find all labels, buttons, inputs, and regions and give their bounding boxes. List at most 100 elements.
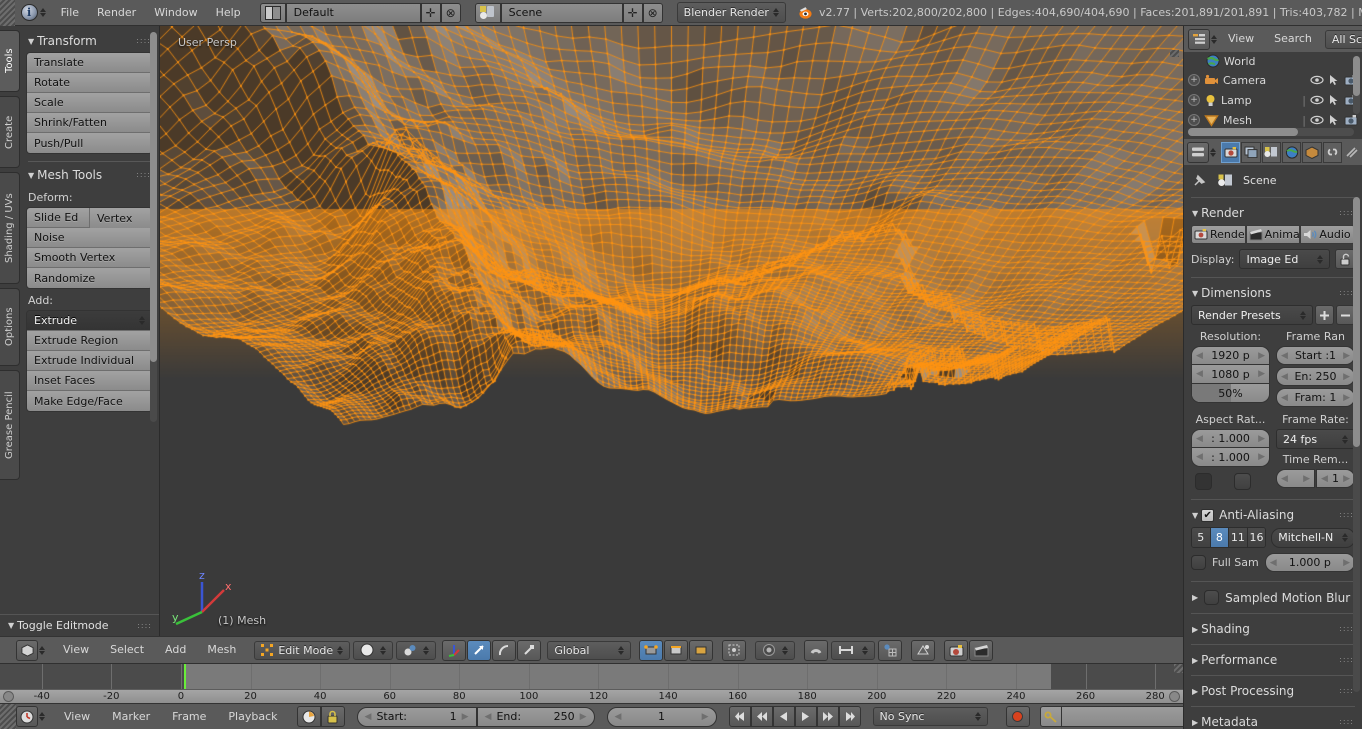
extrude-region-button[interactable]: Extrude Region (27, 331, 152, 351)
scene-name[interactable]: Scene (500, 2, 623, 23)
panel-header-mesh-tools[interactable]: ▼ Mesh Tools :::: (26, 164, 153, 186)
tab-tools[interactable]: Tools (0, 30, 20, 92)
editor-type-selector-outliner[interactable] (1188, 28, 1217, 50)
render-animation-button[interactable]: Anima (1245, 225, 1301, 244)
vertex-select-icon[interactable] (639, 639, 664, 661)
camera-render-icon[interactable] (1344, 114, 1358, 126)
render-tab-icon[interactable] (1221, 141, 1241, 163)
menu-file[interactable]: File (52, 0, 88, 26)
properties-scrollbar[interactable] (1353, 197, 1360, 692)
sync-mode-selector[interactable]: No Sync (872, 707, 988, 726)
eye-icon[interactable] (1310, 95, 1324, 105)
shrink-fatten-button[interactable]: Shrink/Fatten (27, 113, 152, 133)
screen-layout-icon[interactable] (259, 2, 286, 23)
push-pull-button[interactable]: Push/Pull (27, 133, 152, 153)
menu-help[interactable]: Help (207, 0, 250, 26)
play-icon[interactable] (794, 706, 817, 727)
outliner-row-world[interactable]: World (1184, 52, 1362, 70)
render-presets-selector[interactable]: Render Presets (1191, 305, 1313, 325)
unlock-icon[interactable] (1335, 249, 1355, 269)
outliner-row-lamp[interactable]: + Lamp | (1184, 90, 1362, 110)
menu-window[interactable]: Window (145, 0, 206, 26)
crop-render-toggle[interactable] (1234, 473, 1251, 490)
viewport-menu-mesh[interactable]: Mesh (198, 637, 245, 663)
scale-manipulator-icon[interactable] (517, 639, 542, 661)
timeline-menu-playback[interactable]: Playback (219, 704, 286, 729)
render-layers-tab-icon[interactable] (1241, 141, 1261, 163)
cursor-arrow-icon[interactable] (1328, 94, 1340, 106)
editor-type-selector-properties[interactable] (1187, 141, 1216, 163)
proportional-edit-selector[interactable] (755, 640, 796, 660)
pivot-point-selector[interactable] (396, 640, 437, 660)
screen-layout-selector[interactable]: Default ✛ ⊗ (259, 2, 461, 23)
increment-arrow-icon[interactable]: ▶ (580, 712, 587, 722)
decrement-arrow-icon[interactable]: ◀ (485, 712, 492, 722)
translate-manipulator-icon[interactable] (467, 639, 492, 661)
panel-header-render[interactable]: ▼ Render :::: (1191, 201, 1355, 225)
timeline-scroll-handle-left[interactable] (3, 691, 14, 702)
editor-type-selector-info[interactable]: i (20, 4, 46, 21)
resolution-y-field[interactable]: ◀ 1080 p ▶ (1191, 365, 1270, 384)
aspect-x-field[interactable]: ◀: 1.000 ▶ (1191, 429, 1270, 448)
resolution-percentage-slider[interactable]: 50% (1191, 384, 1270, 403)
aa-sample-8[interactable]: 8 (1210, 528, 1230, 547)
timeline-scroll-handle-right[interactable] (1169, 691, 1180, 702)
border-render-toggle[interactable] (1195, 473, 1212, 490)
noise-button[interactable]: Noise (27, 228, 152, 248)
window-corner-grip[interactable] (0, 704, 16, 729)
play-reverse-icon[interactable] (772, 706, 795, 727)
outliner-display-mode[interactable]: All Sc (1324, 29, 1362, 49)
translate-button[interactable]: Translate (27, 53, 152, 73)
outliner-vertical-scrollbar[interactable] (1353, 56, 1360, 114)
transform-orientation-selector[interactable]: Global (547, 640, 632, 660)
frame-rate-selector[interactable]: 24 fps (1276, 429, 1355, 449)
increment-arrow-icon[interactable]: ▶ (702, 712, 709, 722)
increment-arrow-icon[interactable]: ▶ (462, 712, 469, 722)
aa-sample-5[interactable]: 5 (1192, 528, 1211, 547)
full-sample-toggle[interactable] (1191, 555, 1206, 570)
prev-keyframe-icon[interactable] (750, 706, 773, 727)
aa-filter-size-field[interactable]: ◀ 1.000 p ▶ (1264, 553, 1355, 572)
keying-set-icon[interactable] (1039, 706, 1062, 727)
add-layout-button[interactable]: ✛ (420, 2, 441, 23)
screen-layout-name[interactable]: Default (285, 2, 421, 23)
viewport-region-grip[interactable] (1170, 50, 1179, 57)
aa-sample-11[interactable]: 11 (1229, 528, 1248, 547)
outliner-horizontal-scrollbar[interactable] (1188, 128, 1354, 136)
cursor-arrow-icon[interactable] (1328, 114, 1340, 126)
lock-icon[interactable] (320, 706, 345, 727)
add-preset-button[interactable] (1315, 305, 1334, 325)
timeline-strip[interactable]: -40 -20 0 20 40 60 80 100 120 140 160 180 200 220 240 2… (0, 664, 1183, 703)
frame-step-field[interactable]: ◀ Fram: 1 ▶ (1276, 388, 1355, 407)
current-frame-field[interactable]: ◀ 1 ▶ (606, 706, 717, 727)
make-edge-face-button[interactable]: Make Edge/Face (27, 391, 152, 411)
timeline-menu-frame[interactable]: Frame (163, 704, 215, 729)
interaction-mode-selector[interactable]: Edit Mode (254, 640, 351, 660)
delete-scene-button[interactable]: ⊗ (642, 2, 663, 23)
scene-data-icon[interactable] (474, 2, 501, 23)
aspect-y-field[interactable]: ◀: 1.000 ▶ (1191, 448, 1270, 467)
editor-type-properties-icon[interactable] (1187, 141, 1209, 163)
time-remap-new-field[interactable]: ◀ 1 ▶ (1316, 469, 1355, 488)
aa-filter-selector[interactable]: Mitchell-N (1271, 527, 1355, 548)
scene-selector[interactable]: Scene ✛ ⊗ (474, 2, 663, 23)
jump-end-icon[interactable] (838, 706, 861, 727)
panel-header-antialiasing[interactable]: ▼ ✔ Anti-Aliasing :::: (1191, 503, 1355, 527)
snap-element-selector[interactable] (831, 640, 876, 660)
occlude-geometry-icon[interactable] (722, 639, 747, 661)
panel-header-post-processing[interactable]: ▶ Post Processing :::: (1191, 679, 1355, 703)
render-animation-icon[interactable] (969, 639, 994, 661)
timeline-playhead[interactable] (184, 664, 187, 689)
render-image-icon[interactable] (944, 639, 969, 661)
frame-start-field[interactable]: ◀ Start :1 ▶ (1276, 346, 1355, 365)
timeline-menu-view[interactable]: View (55, 704, 99, 729)
panel-header-metadata[interactable]: ▶ Metadata :::: (1191, 710, 1355, 729)
tab-shading-uvs[interactable]: Shading / UVs (0, 172, 20, 284)
face-select-icon[interactable] (689, 639, 714, 661)
viewport-menu-view[interactable]: View (54, 637, 98, 663)
expand-icon[interactable]: + (1188, 74, 1200, 86)
antialiasing-checkbox[interactable]: ✔ (1201, 508, 1215, 522)
expand-icon[interactable]: + (1188, 94, 1200, 106)
panel-header-sampled-motion-blur[interactable]: ▶ Sampled Motion Blur (1191, 585, 1355, 610)
frame-end-field[interactable]: ◀ En: 250 ▶ (1276, 367, 1355, 386)
